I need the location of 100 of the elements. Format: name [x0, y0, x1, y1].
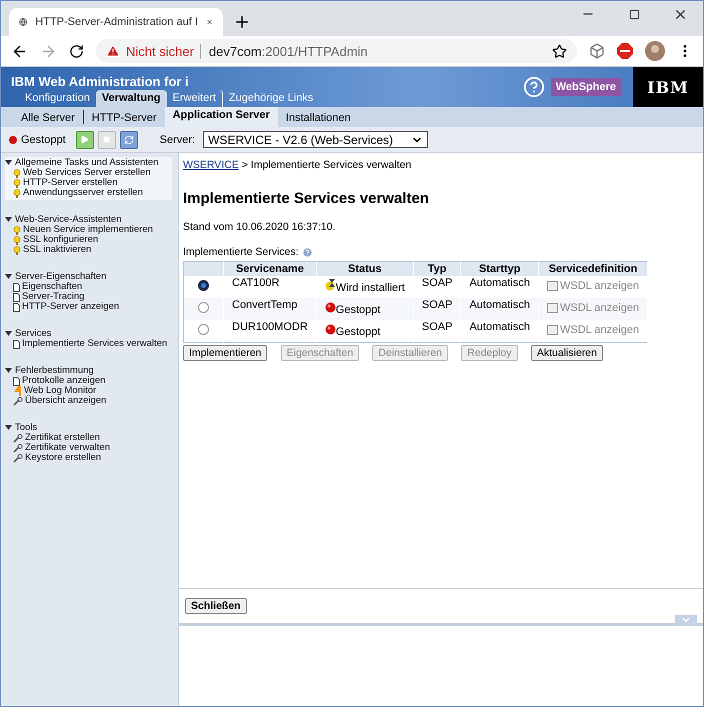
url-text: dev7com:2001/HTTPAdmin — [200, 44, 546, 58]
row-radio[interactable] — [198, 280, 209, 291]
table-cell: Automatisch — [460, 276, 538, 298]
new-tab-icon[interactable] — [233, 13, 251, 31]
nav-tab[interactable]: Verwaltung — [96, 90, 167, 107]
expanded-triangle-icon — [5, 368, 12, 374]
sidebar-link[interactable]: Server-Tracing — [5, 292, 172, 302]
browser-tab[interactable]: HTTP-Server-Administration auf I — [9, 8, 223, 36]
page-heading: Implementierte Services verwalten — [183, 190, 430, 207]
sidebar-link[interactable]: HTTP-Server erstellen — [5, 178, 172, 188]
wsdl-link[interactable]: WSDL anzeigen — [546, 280, 640, 292]
globe-icon — [19, 15, 28, 29]
sidebar-link[interactable]: Implementierte Services verwalten — [5, 339, 172, 349]
table-cell: ConvertTemp — [224, 298, 316, 320]
wrench-icon — [13, 444, 23, 452]
app-title: IBM Web Administration for i — [11, 74, 190, 89]
table-cell: SOAP — [413, 298, 461, 320]
extension-icon[interactable] — [589, 43, 605, 59]
sidebar-link[interactable]: SSL konfigurieren — [5, 235, 172, 245]
breadcrumb-link[interactable]: WSERVICE — [183, 159, 239, 171]
sidebar-link[interactable]: Web Services Server erstellen — [5, 168, 172, 178]
adblock-icon[interactable] — [617, 43, 633, 59]
monitor-icon — [13, 386, 22, 396]
stopped-status-icon — [9, 136, 17, 144]
sidebar-link[interactable]: Anwendungsserver erstellen — [5, 188, 172, 198]
document-icon — [546, 303, 558, 313]
expanded-triangle-icon — [5, 160, 12, 166]
status-cell: Wird installiert — [316, 276, 414, 298]
page-icon — [13, 340, 20, 348]
sidebar-link[interactable]: Eigenschaften — [5, 282, 172, 292]
section-header[interactable]: Fehlerbestimmung — [5, 366, 172, 376]
stop-status-icon — [324, 323, 336, 335]
expanded-triangle-icon — [5, 331, 12, 337]
server-dropdown[interactable]: WSERVICE - V2.6 (Web-Services) — [203, 131, 428, 148]
table-cell: SOAP — [413, 320, 461, 342]
help-icon[interactable] — [522, 76, 545, 98]
table-cell: Automatisch — [460, 320, 538, 342]
table-cell: SOAP — [413, 276, 461, 298]
sidebar-link[interactable]: Zertifikat erstellen — [5, 433, 172, 443]
server-status: Gestoppt — [21, 134, 66, 146]
sub-tab[interactable]: Application Server — [164, 107, 278, 127]
row-radio[interactable] — [198, 302, 209, 313]
sidebar-link[interactable]: Übersicht anzeigen — [5, 396, 172, 406]
expanded-triangle-icon — [5, 217, 12, 223]
brand-badge: WebSphere — [550, 78, 621, 96]
server-label: Server: — [160, 134, 196, 146]
sidebar-link[interactable]: Keystore erstellen — [5, 453, 172, 463]
bookmark-star-icon[interactable] — [552, 44, 567, 58]
document-icon — [546, 325, 558, 335]
wsdl-link[interactable]: WSDL anzeigen — [546, 324, 640, 336]
column-header: Starttyp — [460, 262, 538, 276]
section-header[interactable]: Web-Service-Assistenten — [5, 215, 172, 225]
breadcrumb-text: > Implementierte Services verwalten — [242, 159, 412, 171]
start-button[interactable] — [76, 130, 94, 148]
maximize-icon[interactable] — [628, 8, 640, 20]
sub-tab[interactable]: Installationen — [278, 110, 359, 124]
refresh-button[interactable] — [120, 130, 138, 148]
sidebar-link[interactable]: Zertifikate verwalten — [5, 443, 172, 453]
sidebar-link[interactable]: SSL inaktivieren — [5, 245, 172, 255]
timestamp-text: Stand vom 10.06.2020 16:37:10. — [183, 221, 336, 233]
row-radio[interactable] — [198, 324, 209, 335]
action-button[interactable]: Aktualisieren — [530, 345, 603, 361]
chevron-down-icon — [681, 615, 691, 625]
avatar-icon[interactable] — [645, 41, 665, 61]
warning-icon — [106, 44, 120, 58]
hourglass-icon — [324, 279, 336, 291]
sidebar-link[interactable]: Neuen Service implementieren — [5, 225, 172, 235]
close-button[interactable]: Schließen — [185, 598, 247, 614]
column-header: Typ — [413, 262, 461, 276]
expanded-triangle-icon — [5, 425, 12, 431]
nav-tab[interactable]: Konfiguration — [19, 90, 96, 107]
sub-tab[interactable]: Alle Server — [13, 110, 84, 124]
section-header[interactable]: Tools — [5, 423, 172, 433]
sidebar-link[interactable]: Protokolle anzeigen — [5, 376, 172, 386]
status-cell: Gestoppt — [316, 320, 414, 342]
play-icon — [80, 135, 90, 144]
reload-icon[interactable] — [69, 44, 84, 58]
action-button[interactable]: Implementieren — [183, 345, 268, 361]
company-logo: IBM — [633, 67, 703, 107]
refresh-icon — [124, 134, 134, 144]
section-header[interactable]: Services — [5, 329, 172, 339]
stop-icon — [103, 136, 110, 143]
table-cell: CAT100R — [224, 276, 316, 298]
page-icon — [13, 376, 20, 386]
wrench-icon — [13, 434, 23, 442]
column-header: Status — [316, 262, 414, 276]
section-header[interactable]: Server-Eigenschaften — [5, 272, 172, 282]
sub-tab[interactable]: HTTP-Server — [84, 110, 165, 124]
sidebar-link[interactable]: HTTP-Server anzeigen — [5, 302, 172, 312]
address-bar[interactable]: Nicht sicher dev7com:2001/HTTPAdmin — [96, 39, 577, 63]
table-cell: Automatisch — [460, 298, 538, 320]
column-header: Servicedefinition — [538, 262, 648, 276]
wrench-icon — [13, 454, 23, 462]
section-header[interactable]: Allgemeine Tasks und Assistenten — [5, 158, 172, 168]
nav-tab[interactable]: Zugehörige Links — [222, 90, 320, 107]
expanded-triangle-icon — [5, 274, 12, 280]
sidebar-link[interactable]: Web Log Monitor — [5, 386, 172, 396]
column-header: Servicename — [224, 262, 316, 276]
stop-status-icon — [324, 301, 336, 313]
document-icon — [546, 281, 558, 291]
